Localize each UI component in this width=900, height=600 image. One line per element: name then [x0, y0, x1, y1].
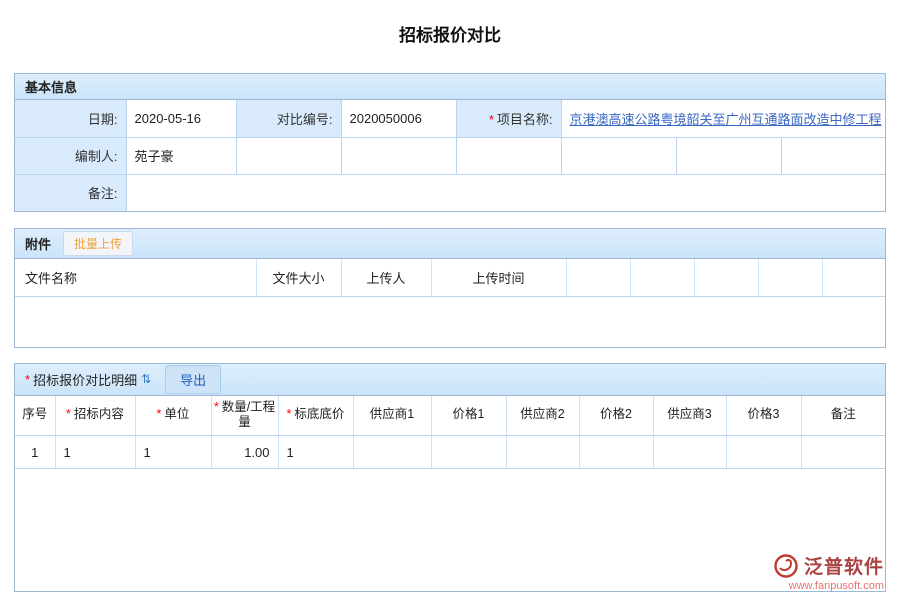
attachments-table: 文件名称 文件大小 上传人 上传时间 [15, 259, 885, 297]
batch-upload-button[interactable]: 批量上传 [63, 231, 133, 256]
empty-cell [561, 137, 676, 174]
col-price-1: 价格1 [431, 396, 506, 436]
empty-cell [456, 137, 561, 174]
preparer-value: 苑子豪 [126, 137, 236, 174]
cell-base-price: 1 [278, 436, 353, 469]
project-name-link[interactable]: 京港澳高速公路粤境韶关至广州互通路面改造中修工程 [570, 112, 882, 127]
detail-header-row: 序号 *招标内容 *单位 *数量/工程量 *标底底价 供应商1 价格1 供应商2… [15, 396, 885, 436]
export-button[interactable]: 导出 [165, 365, 221, 394]
col-base-price-label: 标底底价 [294, 407, 344, 421]
page-title: 招标报价对比 [0, 0, 900, 46]
empty-cell [676, 137, 781, 174]
required-asterisk: * [489, 112, 494, 127]
detail-section: * 招标报价对比明细 ⇅ 导出 序号 *招标内容 *单位 *数量/工程量 *标底… [14, 363, 886, 593]
col-seq: 序号 [15, 396, 55, 436]
basic-info-header: 基本信息 [15, 74, 885, 100]
attachments-section: 附件 批量上传 文件名称 文件大小 上传人 上传时间 [14, 228, 886, 348]
required-asterisk: * [287, 407, 292, 421]
cell-price-3 [726, 436, 801, 469]
col-bid-content: *招标内容 [55, 396, 135, 436]
attachments-header: 附件 批量上传 [15, 229, 885, 259]
cell-supplier-3 [653, 436, 726, 469]
required-asterisk: * [157, 407, 162, 421]
remark-label: 备注: [15, 174, 126, 211]
col-upload-time: 上传时间 [431, 259, 566, 296]
basic-info-title: 基本信息 [25, 77, 77, 96]
basic-info-table: 日期: 2020-05-16 对比编号: 2020050006 *项目名称: 京… [15, 100, 885, 211]
col-remark: 备注 [801, 396, 885, 436]
preparer-label: 编制人: [15, 137, 126, 174]
detail-data-row: 1 1 1 1.00 1 [15, 436, 885, 469]
detail-title: 招标报价对比明细 [33, 370, 137, 389]
detail-empty-area [15, 469, 885, 591]
empty-cell [781, 137, 885, 174]
required-asterisk: * [214, 400, 219, 414]
col-empty [758, 259, 822, 296]
sort-icon[interactable]: ⇅ [141, 372, 151, 386]
col-price-3: 价格3 [726, 396, 801, 436]
project-name-label: *项目名称: [456, 100, 561, 137]
date-label: 日期: [15, 100, 126, 137]
basic-info-section: 基本信息 日期: 2020-05-16 对比编号: 2020050006 *项目… [14, 73, 886, 212]
cell-seq: 1 [15, 436, 55, 469]
detail-header: * 招标报价对比明细 ⇅ 导出 [15, 364, 885, 396]
col-unit-label: 单位 [164, 407, 189, 421]
detail-table: 序号 *招标内容 *单位 *数量/工程量 *标底底价 供应商1 价格1 供应商2… [15, 396, 885, 470]
cell-supplier-1 [353, 436, 431, 469]
compare-no-label: 对比编号: [236, 100, 341, 137]
col-bid-content-label: 招标内容 [74, 407, 124, 421]
required-asterisk: * [66, 407, 71, 421]
basic-info-row-3: 备注: [15, 174, 885, 211]
empty-cell [341, 137, 456, 174]
col-file-name: 文件名称 [15, 259, 256, 296]
col-uploader: 上传人 [341, 259, 431, 296]
attachments-header-row: 文件名称 文件大小 上传人 上传时间 [15, 259, 885, 296]
col-empty [694, 259, 758, 296]
cell-price-2 [579, 436, 653, 469]
brand-website[interactable]: www.fanpusoft.com [773, 580, 884, 592]
basic-info-row-2: 编制人: 苑子豪 [15, 137, 885, 174]
col-quantity: *数量/工程量 [211, 396, 278, 436]
attachments-title: 附件 [25, 234, 51, 253]
col-supplier-2: 供应商2 [506, 396, 579, 436]
col-unit: *单位 [135, 396, 211, 436]
col-price-2: 价格2 [579, 396, 653, 436]
project-name-cell: 京港澳高速公路粤境韶关至广州互通路面改造中修工程 [561, 100, 885, 137]
col-empty [822, 259, 885, 296]
project-name-label-text: 项目名称: [497, 112, 553, 127]
cell-quantity: 1.00 [211, 436, 278, 469]
empty-cell [236, 137, 341, 174]
col-supplier-1: 供应商1 [353, 396, 431, 436]
col-quantity-label: 数量/工程量 [222, 400, 275, 430]
fanpu-logo-icon [773, 553, 799, 579]
col-file-size: 文件大小 [256, 259, 341, 296]
cell-remark [801, 436, 885, 469]
col-supplier-3: 供应商3 [653, 396, 726, 436]
col-base-price: *标底底价 [278, 396, 353, 436]
required-asterisk: * [25, 372, 30, 387]
basic-info-row-1: 日期: 2020-05-16 对比编号: 2020050006 *项目名称: 京… [15, 100, 885, 137]
vendor-logo: 泛普软件 www.fanpusoft.com [773, 552, 884, 592]
cell-supplier-2 [506, 436, 579, 469]
date-value[interactable]: 2020-05-16 [126, 100, 236, 137]
attachments-empty-area [15, 297, 885, 347]
remark-value[interactable] [126, 174, 885, 211]
col-empty [630, 259, 694, 296]
cell-bid-content: 1 [55, 436, 135, 469]
cell-unit: 1 [135, 436, 211, 469]
brand-name: 泛普软件 [804, 552, 884, 579]
compare-no-value: 2020050006 [341, 100, 456, 137]
col-empty [566, 259, 630, 296]
cell-price-1 [431, 436, 506, 469]
